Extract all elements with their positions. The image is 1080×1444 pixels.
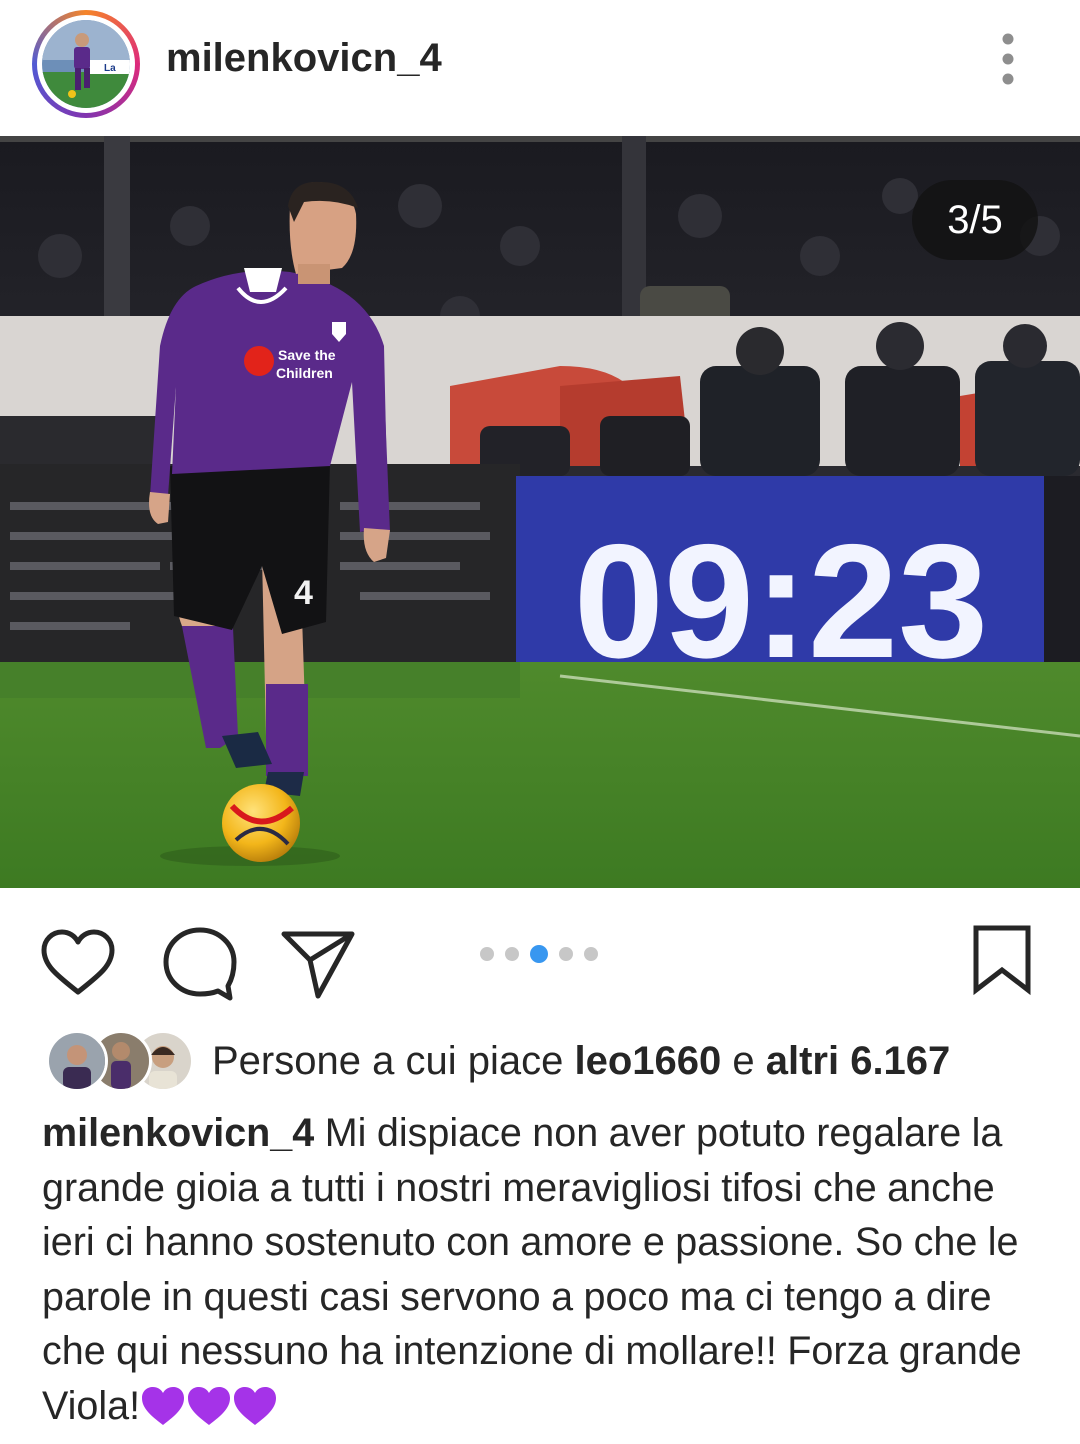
caption-username[interactable]: milenkovicn_4 [42,1111,314,1155]
match-photo: 09:23 4 Save the Children [0,136,1080,888]
bookmark-icon [973,925,1031,996]
carousel-dot [584,947,598,961]
svg-text:La: La [104,63,116,74]
media-counter: 3/5 [912,180,1038,260]
like-button[interactable] [38,924,118,1004]
sponsor-line-1: Save the [278,347,336,363]
save-button[interactable] [966,924,1046,1004]
story-ring[interactable]: La [32,10,140,118]
carousel-dot [559,947,573,961]
post-caption: milenkovicn_4 Mi dispiace non aver potut… [42,1106,1052,1433]
likes-prefix: Persone a cui piace [212,1039,575,1083]
post-photo[interactable]: 09:23 4 Save the Children [0,136,1080,888]
carousel-dot-active [530,945,548,963]
send-icon [281,931,355,999]
post-username[interactable]: milenkovicn_4 [166,30,442,86]
liker-username[interactable]: leo1660 [574,1039,721,1083]
liker-avatar [46,1030,108,1092]
sponsor-line-2: Children [276,365,333,381]
carousel-indicator [480,945,598,963]
comment-button[interactable] [158,924,238,1004]
avatar[interactable]: La [42,20,130,108]
share-button[interactable] [280,924,360,1004]
likes-middle: e [721,1039,766,1083]
likes-summary[interactable]: Persone a cui piace leo1660 e altri 6.16… [212,1036,950,1086]
more-options-button[interactable] [984,28,1032,92]
purple-heart-icon [140,1384,278,1428]
comment-icon [163,927,237,1001]
likes-row[interactable]: Persone a cui piace leo1660 e altri 6.16… [46,1030,1046,1092]
caption-text: Mi dispiace non aver potuto regalare la … [42,1111,1022,1428]
likes-others[interactable]: altri 6.167 [766,1039,951,1083]
more-vertical-icon [1002,33,1014,85]
post-header: La milenkovicn_4 [0,0,1080,136]
shirt-number: 4 [294,574,313,612]
heart-icon [41,929,115,995]
carousel-dot [480,947,494,961]
carousel-dot [505,947,519,961]
